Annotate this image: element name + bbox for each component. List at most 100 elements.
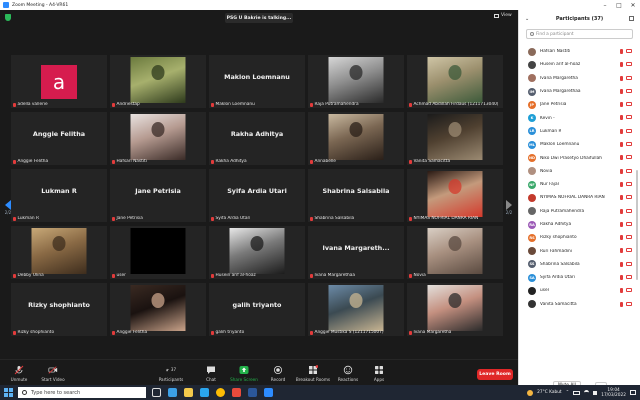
video-tile[interactable]: galih triyanto galih triyanto [209,283,305,336]
video-tile[interactable]: Rizky shophianto Rizky shophianto [11,283,107,336]
weather-icon[interactable] [527,389,534,396]
video-tile[interactable]: Maklon Loemnanu Maklon Loemnanu [209,55,305,108]
participant-row[interactable]: Novia [519,165,637,178]
video-tile[interactable]: Novia [407,226,503,279]
participant-silhouette [349,65,363,80]
close-button[interactable]: ✕ [626,0,640,10]
participant-silhouette [151,122,165,137]
record-button[interactable]: Record [261,365,295,382]
office-icon[interactable] [232,388,241,397]
participant-row[interactable]: NYIMAS NOFRIAL DANRA RIAN [519,191,637,204]
reactions-button[interactable]: Reactions [331,365,365,382]
start-video-button[interactable]: Start Video [36,365,70,382]
chevron-down-icon[interactable]: ⌄ [525,16,529,22]
participant-row[interactable]: user [519,284,637,297]
video-tile[interactable]: Andriestap [110,55,206,108]
video-tile[interactable]: Syifa Ardia Utari Syifa Ardia Utari [209,169,305,222]
file-explorer-icon[interactable] [184,388,193,397]
view-button[interactable]: View [494,13,512,18]
participant-row[interactable]: NF Nur Fajar [519,178,637,191]
participant-row[interactable]: RA Rakha Adhitya [519,218,637,231]
video-tile[interactable]: Husein arif al-hoaz [209,226,305,279]
leave-room-button[interactable]: Leave Room [477,369,513,380]
tile-display-name: Ivana Margareth... [322,244,390,252]
participant-video [427,228,483,274]
participant-row[interactable]: SA Syifa Ardia Utari [519,271,637,284]
taskbar-search-box[interactable]: Type here to search [18,387,146,398]
video-tile[interactable]: Anggie Felitha [110,283,206,336]
participant-row[interactable]: ND Niko Dwi Prasetyo Dhaifullah [519,151,637,164]
video-tile[interactable]: Annabelle [308,112,404,165]
participant-row[interactable]: LR Lukman R [519,125,637,138]
participant-row[interactable]: Husein arif al-hoaz [519,58,637,71]
zoom-app-icon[interactable] [264,388,273,397]
video-tile[interactable]: Debby Ulina [11,226,107,279]
video-tile[interactable]: user [110,226,206,279]
mail-icon[interactable] [200,388,209,397]
participant-row[interactable]: Ruri Fahmadini [519,244,637,257]
next-page-button[interactable]: 2/2 [505,200,513,220]
participant-row[interactable]: Ivana Margaretha [519,72,637,85]
tile-display-name: Rizky shophianto [28,301,90,309]
video-tile[interactable]: Jane Petrisia Jane Petrisia [110,169,206,222]
battery-icon[interactable] [573,390,581,395]
weather-text[interactable]: 27°C Kabut [537,390,562,395]
muted-microphone-icon [620,102,623,108]
video-tile[interactable]: Raja Putramahendra [308,55,404,108]
avatar: K [528,114,536,123]
muted-microphone-icon [620,62,623,68]
word-icon[interactable] [248,388,257,397]
chevron-up-icon[interactable]: ⌃ [566,390,570,395]
participant-row[interactable]: JP Jane Petrisia [519,98,637,111]
video-tile[interactable]: Shabrina Salsabila Shabrina Salsabila [308,169,404,222]
video-tile[interactable]: Lukman R Lukman R [11,169,107,222]
notifications-icon[interactable] [630,390,636,395]
participant-name: Ivana Margaretha [540,75,578,81]
participant-video [130,114,186,160]
participant-row[interactable]: K Kevin - [519,111,637,124]
video-tile[interactable]: NYIMAS NOFRIAL DANRA RIAN [407,169,503,222]
participant-row[interactable]: Vanita Samacitta [519,298,637,311]
video-tile[interactable]: Anggie Mustika S (1211715007) [308,283,404,336]
video-tile[interactable]: Achmad Abdillah Firdaus (1211713040) [407,55,503,108]
participants-button[interactable]: 37 Participants [154,365,188,382]
participant-list-scrollbar[interactable] [636,170,638,280]
task-view-icon[interactable] [152,388,161,397]
participant-row[interactable]: ML Maklon Loemnanu [519,138,637,151]
minimize-button[interactable]: – [598,0,612,10]
participant-search-input[interactable]: Find a participant [526,29,633,39]
tile-display-name: Anggie Felitha [32,130,86,138]
chrome-browser-icon[interactable] [216,388,225,397]
video-tile[interactable]: Anggie Felitha Anggie Felitha [11,112,107,165]
breakout-rooms-button[interactable]: Breakout Rooms [296,364,330,382]
title-bar: Zoom Meeting - A4-VR61 – □ ✕ [0,0,640,10]
maximize-button[interactable]: □ [612,0,626,10]
tile-name-label: Ivana Margarethaa [310,273,355,278]
participant-video [427,285,483,331]
participant-row[interactable]: Hafsari Nastiti [519,45,637,58]
video-tile[interactable]: Rakha Adhitya Rakha Adhitya [209,112,305,165]
pop-out-icon[interactable] [629,16,634,21]
clock-date: 17/03/2022 [601,392,626,398]
video-tile[interactable]: Hafsari Nastiti [110,112,206,165]
unmute-button[interactable]: Unmute [2,365,36,382]
participant-row[interactable]: IM Ivana Margarethaa [519,85,637,98]
wifi-icon[interactable] [584,390,590,395]
chat-button[interactable]: Chat [194,365,228,382]
participant-row[interactable]: SS Shabrina Salsabila [519,258,637,271]
apps-button[interactable]: Apps [362,365,396,382]
edge-browser-icon[interactable] [168,388,177,397]
video-tile[interactable]: Vanita Samacitta [407,112,503,165]
participant-row[interactable]: RS Rizky shophianto [519,231,637,244]
security-shield-icon[interactable] [5,14,11,21]
participant-search-placeholder: Find a participant [536,31,574,37]
tile-name: Lukman R [17,216,39,221]
speaker-icon[interactable] [593,390,598,395]
participant-row[interactable]: Raja Putramahendra [519,205,637,218]
video-tile[interactable]: Ivana Margareth... Ivana Margarethaa [308,226,404,279]
windows-start-icon[interactable] [4,388,13,397]
video-tile[interactable]: a adella vallerie [11,55,107,108]
share-screen-button[interactable]: Share Screen [227,365,261,382]
clock[interactable]: 19:04 17/03/2022 [601,388,626,398]
video-tile[interactable]: Ivana Margaretha [407,283,503,336]
